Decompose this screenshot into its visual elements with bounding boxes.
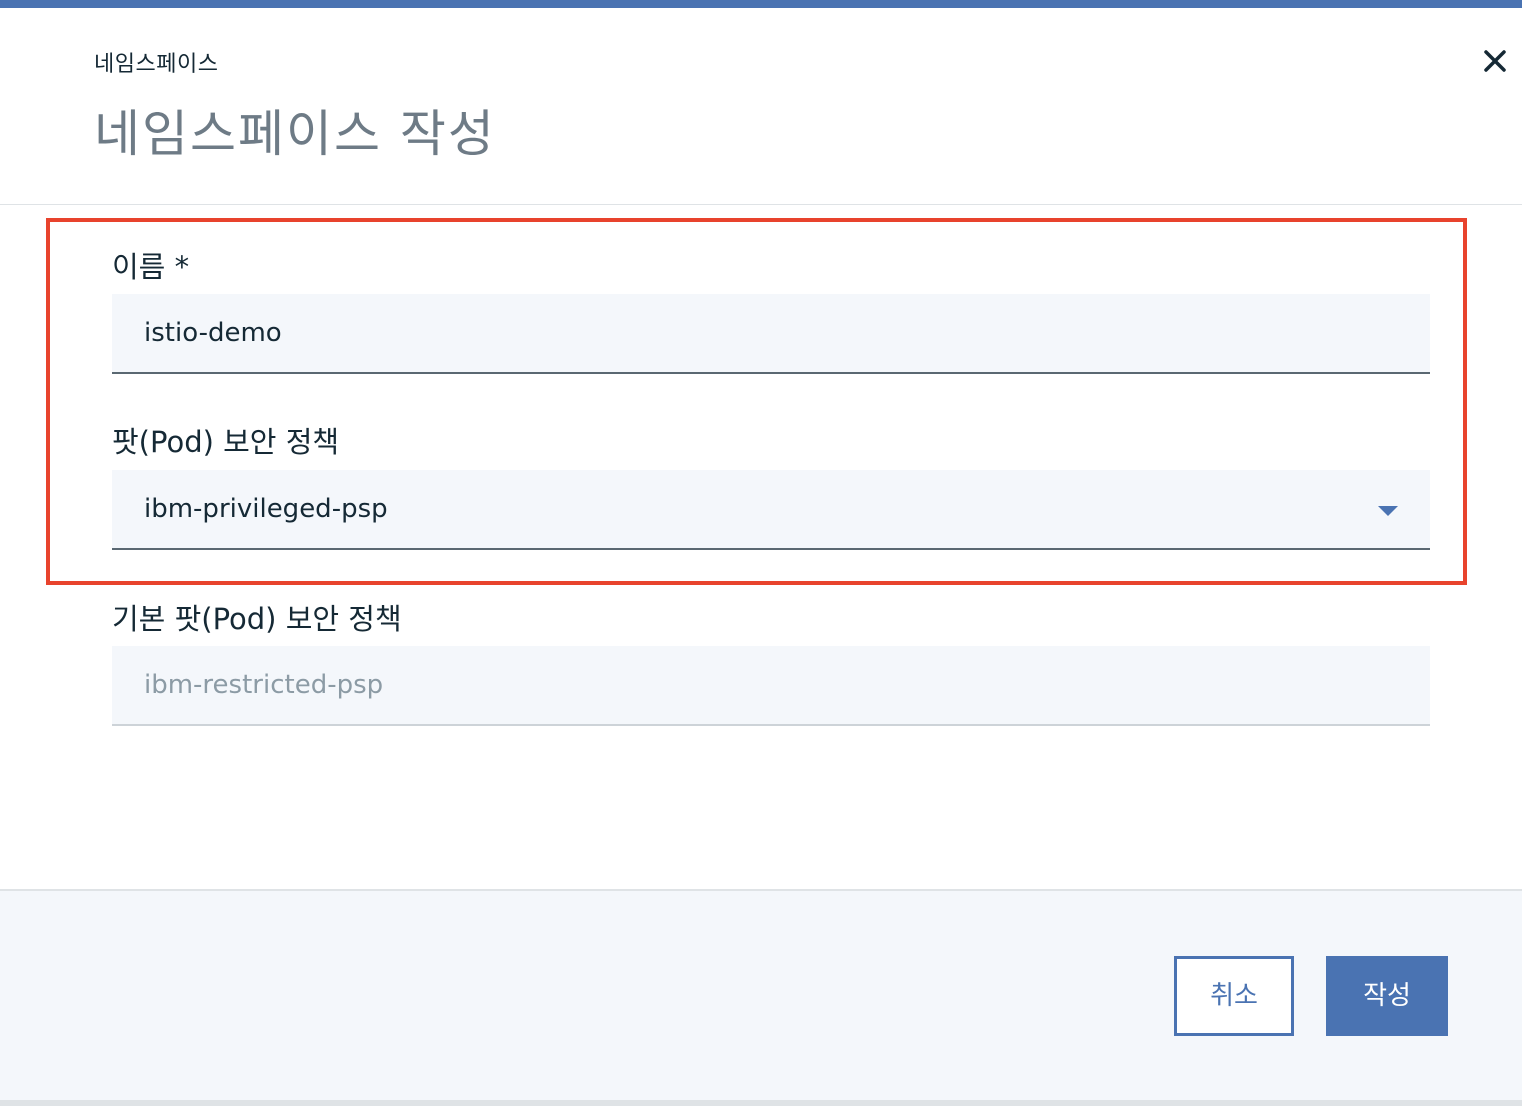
close-button[interactable]	[1478, 44, 1512, 78]
name-input[interactable]: istio-demo	[112, 294, 1430, 374]
modal-label: 네임스페이스	[94, 52, 219, 77]
pod-security-policy-value: ibm-privileged-psp	[144, 494, 388, 524]
close-icon	[1484, 50, 1506, 72]
default-pod-security-policy-field: ibm-restricted-psp	[112, 646, 1430, 726]
modal-title: 네임스페이스 작성	[94, 105, 496, 163]
chevron-down-icon	[1378, 506, 1398, 516]
header-divider	[0, 204, 1522, 205]
pod-security-policy-select[interactable]: ibm-privileged-psp	[112, 470, 1430, 550]
cancel-button[interactable]: 취소	[1174, 956, 1294, 1036]
modal-top-accent-bar	[0, 0, 1522, 8]
pod-security-policy-label: 팟(Pod) 보안 정책	[112, 425, 340, 459]
default-pod-security-policy-label: 기본 팟(Pod) 보안 정책	[112, 602, 402, 636]
modal-bottom-edge	[0, 1100, 1522, 1106]
create-button[interactable]: 작성	[1326, 956, 1448, 1036]
create-namespace-modal: 네임스페이스 네임스페이스 작성 이름 * istio-demo 팟(Pod) …	[0, 0, 1522, 1106]
name-field-label: 이름 *	[112, 250, 190, 284]
